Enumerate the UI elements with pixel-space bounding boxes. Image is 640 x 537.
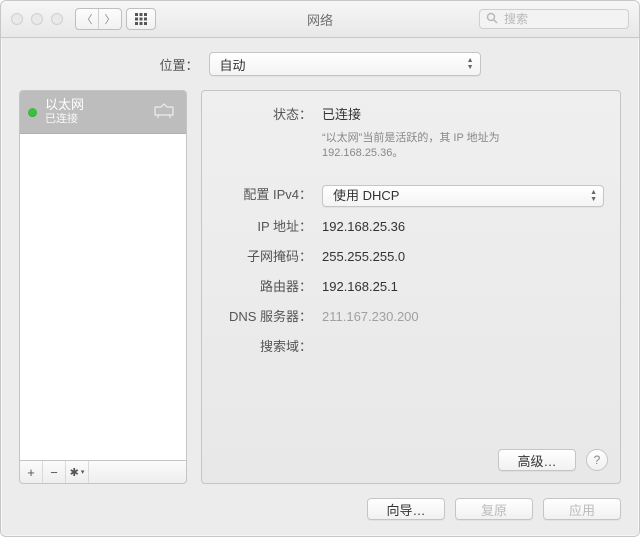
subnet-mask-label: 子网掩码：	[218, 247, 322, 267]
back-forward-buttons: 〈 〉	[75, 8, 122, 30]
plus-icon: +	[27, 465, 35, 480]
chevron-down-icon: ▾	[81, 468, 85, 476]
minimize-window-button[interactable]	[31, 13, 43, 25]
status-label: 状态：	[218, 105, 322, 125]
row-status: 状态： 已连接 “以太网”当前是活跃的，其 IP 地址为 192.168.25.…	[218, 105, 604, 161]
status-description-2: 192.168.25.36。	[322, 146, 604, 161]
search-domain-label: 搜索域：	[218, 337, 322, 357]
row-config-ipv4: 配置 IPv4： 使用 DHCP ▲▼	[218, 185, 604, 207]
forward-button[interactable]: 〉	[98, 9, 121, 29]
grid-icon	[135, 13, 147, 25]
titlebar: 〈 〉 网络	[1, 1, 639, 38]
subnet-mask-value: 255.255.255.0	[322, 247, 604, 267]
updown-arrows-icon: ▲▼	[590, 186, 597, 206]
gear-icon: ✱	[70, 466, 79, 479]
ethernet-icon	[150, 98, 178, 126]
config-ipv4-value-wrap: 使用 DHCP ▲▼	[322, 185, 604, 207]
search-icon	[486, 12, 498, 27]
main-area: 以太网 已连接 + − ✱▾	[1, 90, 639, 484]
status-value-block: 已连接 “以太网”当前是活跃的，其 IP 地址为 192.168.25.36。	[322, 105, 604, 161]
status-value: 已连接	[322, 105, 604, 125]
service-text: 以太网 已连接	[45, 97, 142, 127]
toolbar-spacer	[89, 461, 186, 483]
ip-address-value: 192.168.25.36	[322, 217, 604, 237]
row-subnet-mask: 子网掩码： 255.255.255.0	[218, 247, 604, 267]
row-search-domain: 搜索域：	[218, 337, 604, 357]
config-ipv4-value: 使用 DHCP	[333, 186, 399, 206]
config-ipv4-popup[interactable]: 使用 DHCP ▲▼	[322, 185, 604, 207]
service-name: 以太网	[45, 97, 142, 113]
nav-group: 〈 〉	[75, 8, 156, 30]
footer: 向导… 复原 应用	[1, 484, 639, 520]
network-prefs-window: 〈 〉 网络 位	[0, 0, 640, 537]
apply-button[interactable]: 应用	[543, 498, 621, 520]
advanced-button[interactable]: 高级…	[498, 449, 576, 471]
add-service-button[interactable]: +	[20, 461, 43, 483]
close-window-button[interactable]	[11, 13, 23, 25]
row-ip-address: IP 地址： 192.168.25.36	[218, 217, 604, 237]
updown-arrows-icon: ▲▼	[467, 53, 474, 75]
help-icon: ?	[594, 453, 601, 467]
help-button[interactable]: ?	[586, 449, 608, 471]
chevron-right-icon: 〉	[105, 11, 116, 27]
zoom-window-button[interactable]	[51, 13, 63, 25]
revert-button-label: 复原	[481, 500, 507, 519]
service-status: 已连接	[45, 113, 142, 127]
dns-label: DNS 服务器：	[218, 307, 322, 327]
ip-address-label: IP 地址：	[218, 217, 322, 237]
advanced-row: 高级… ?	[498, 449, 608, 471]
search-input[interactable]	[502, 11, 622, 27]
back-button[interactable]: 〈	[76, 9, 98, 29]
chevron-left-icon: 〈	[82, 11, 93, 27]
assistant-button[interactable]: 向导…	[367, 498, 445, 520]
service-list[interactable]: 以太网 已连接	[19, 90, 187, 461]
apply-button-label: 应用	[569, 500, 595, 519]
revert-button[interactable]: 复原	[455, 498, 533, 520]
remove-service-button[interactable]: −	[43, 461, 66, 483]
minus-icon: −	[50, 465, 58, 480]
service-action-button[interactable]: ✱▾	[66, 461, 89, 483]
row-router: 路由器： 192.168.25.1	[218, 277, 604, 297]
show-all-button[interactable]	[126, 8, 156, 30]
router-label: 路由器：	[218, 277, 322, 297]
service-list-toolbar: + − ✱▾	[19, 461, 187, 484]
config-ipv4-label: 配置 IPv4：	[218, 185, 322, 205]
location-popup[interactable]: 自动 ▲▼	[209, 52, 481, 76]
service-item-ethernet[interactable]: 以太网 已连接	[20, 91, 186, 134]
row-dns: DNS 服务器： 211.167.230.200	[218, 307, 604, 327]
sidebar: 以太网 已连接 + − ✱▾	[19, 90, 187, 484]
status-description-1: “以太网”当前是活跃的，其 IP 地址为	[322, 131, 604, 146]
location-row: 位置： 自动 ▲▼	[1, 38, 639, 90]
status-dot-connected	[28, 108, 37, 117]
advanced-button-label: 高级…	[517, 451, 556, 470]
location-value: 自动	[220, 55, 246, 74]
detail-panel: 状态： 已连接 “以太网”当前是活跃的，其 IP 地址为 192.168.25.…	[201, 90, 621, 484]
search-field-wrapper[interactable]	[479, 9, 629, 29]
assistant-button-label: 向导…	[386, 500, 425, 519]
dns-value: 211.167.230.200	[322, 307, 604, 327]
location-label: 位置：	[159, 55, 198, 74]
traffic-lights	[11, 13, 63, 25]
router-value: 192.168.25.1	[322, 277, 604, 297]
